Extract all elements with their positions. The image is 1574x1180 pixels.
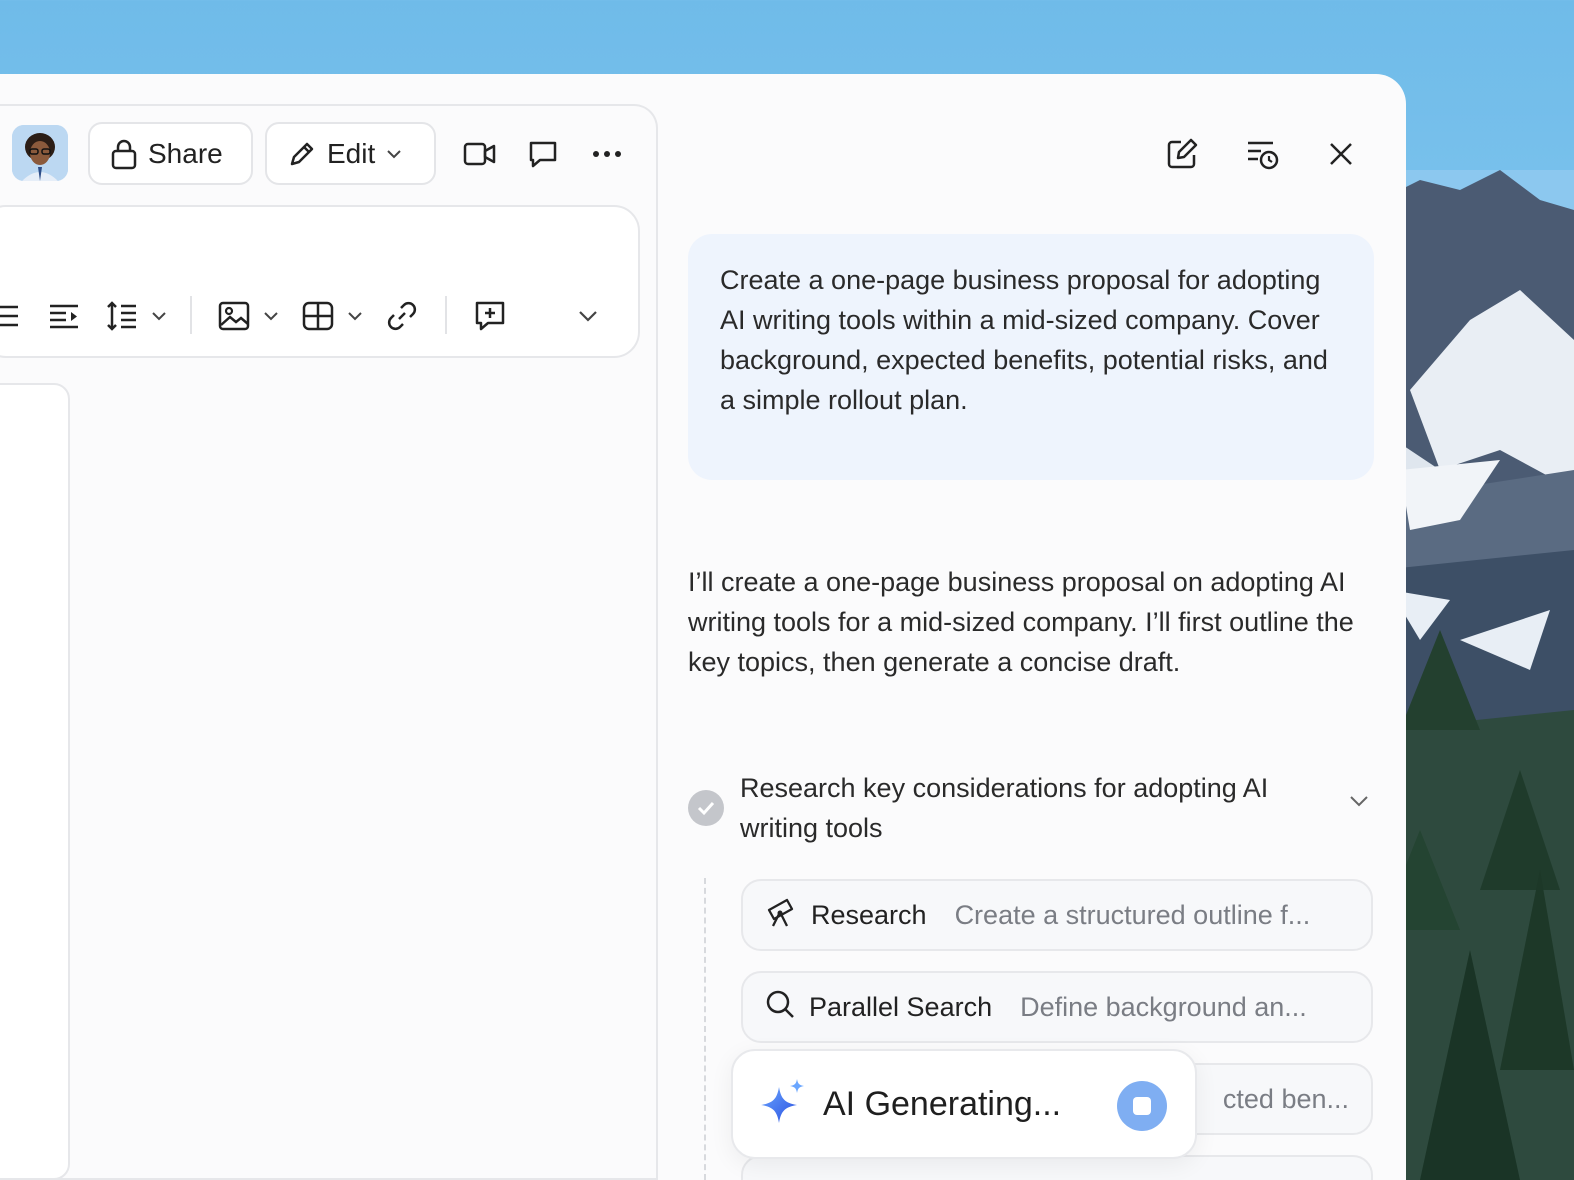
chevron-down-icon[interactable] — [1348, 794, 1370, 813]
bullet-list-icon[interactable] — [0, 296, 20, 336]
step-name: Parallel Search — [809, 991, 993, 1022]
lock-icon — [110, 138, 138, 170]
add-comment-icon[interactable] — [474, 296, 506, 336]
chevron-down-icon[interactable] — [150, 296, 168, 336]
indent-icon[interactable] — [48, 296, 80, 336]
share-button[interactable]: Share — [88, 122, 253, 185]
toolbar-divider — [190, 296, 192, 334]
edit-button[interactable]: Edit — [265, 122, 436, 185]
sparkle-icon — [757, 1077, 807, 1132]
step-name: Research — [811, 899, 927, 930]
new-chat-icon[interactable] — [1158, 130, 1206, 178]
prompt-text: Create a one-page business proposal for … — [720, 265, 1328, 415]
stop-icon — [1133, 1097, 1151, 1115]
step-research[interactable]: Research Create a structured outline f..… — [741, 879, 1373, 951]
avatar[interactable] — [12, 125, 68, 181]
telescope-icon — [765, 896, 797, 935]
check-icon — [688, 790, 724, 826]
share-label: Share — [148, 137, 223, 169]
chevron-down-icon[interactable] — [577, 296, 599, 336]
comment-icon[interactable] — [521, 132, 565, 176]
search-icon — [765, 989, 795, 1026]
stop-button[interactable] — [1117, 1081, 1167, 1131]
chevron-down-icon[interactable] — [262, 296, 280, 336]
edit-label: Edit — [327, 137, 376, 169]
close-icon[interactable] — [1317, 130, 1365, 178]
document-page[interactable] — [0, 383, 70, 1180]
step-description: Create a structured outline f... — [954, 899, 1311, 930]
step-connector — [704, 878, 706, 1180]
step-description: cted ben... — [1222, 1083, 1349, 1114]
history-icon[interactable] — [1238, 130, 1286, 178]
task-item[interactable]: Research key considerations for adopting… — [688, 768, 1378, 852]
mountain-background — [1380, 170, 1574, 1180]
link-icon[interactable] — [386, 296, 418, 336]
user-prompt-bubble: Create a one-page business proposal for … — [688, 234, 1374, 480]
chevron-down-icon — [385, 148, 403, 160]
task-title: Research key considerations for adopting… — [740, 773, 1269, 843]
video-icon[interactable] — [458, 132, 502, 176]
line-spacing-icon[interactable] — [106, 296, 138, 336]
more-icon[interactable] — [585, 132, 629, 176]
image-icon[interactable] — [218, 296, 250, 336]
toolbar-divider — [445, 296, 447, 334]
table-icon[interactable] — [302, 296, 334, 336]
ai-reply-text: I’ll create a one-page business proposal… — [688, 567, 1354, 677]
ai-generating-indicator: AI Generating... — [731, 1049, 1197, 1159]
pencil-icon — [287, 139, 317, 169]
generating-label: AI Generating... — [823, 1084, 1062, 1123]
step-parallel-search[interactable]: Parallel Search Define background an... — [741, 971, 1373, 1043]
step-description: Define background an... — [1020, 991, 1307, 1022]
chevron-down-icon[interactable] — [346, 296, 364, 336]
